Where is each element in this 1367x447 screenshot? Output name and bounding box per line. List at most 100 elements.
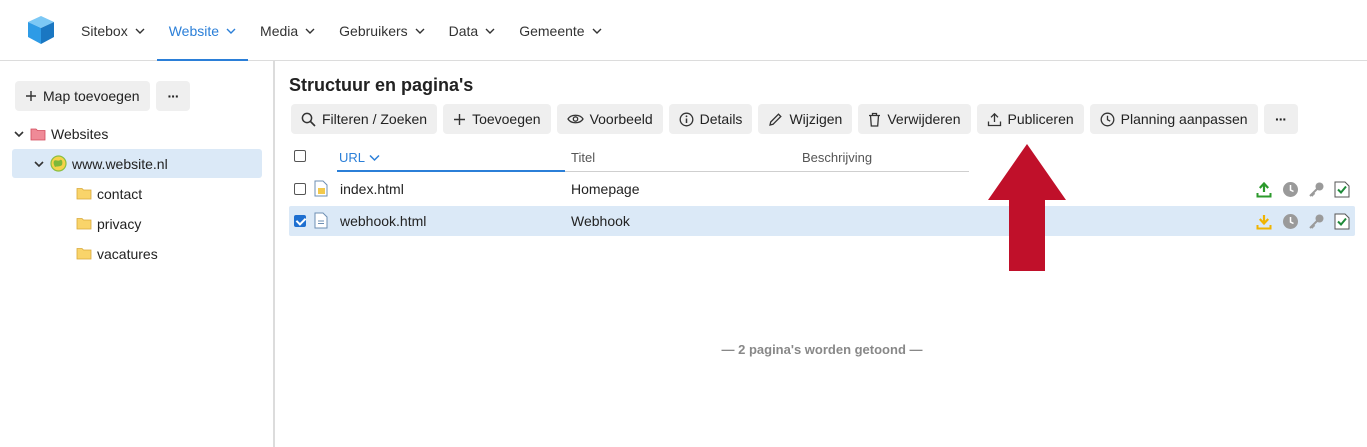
nav-media[interactable]: Media <box>248 0 327 61</box>
pages-table: URL Titel Beschrijving index.html Homepa… <box>289 145 1355 357</box>
plus-icon <box>26 91 36 101</box>
delete-button[interactable]: Verwijderen <box>858 104 971 134</box>
trash-icon <box>869 112 881 127</box>
tree-item-www-website-nl[interactable]: www.website.nl <box>12 149 262 178</box>
filter-search-button[interactable]: Filteren / Zoeken <box>291 104 438 134</box>
schedule-button[interactable]: Planning aanpassen <box>1089 104 1258 134</box>
table-row[interactable]: index.html Homepage <box>289 174 1355 204</box>
html-page-icon <box>314 180 328 197</box>
button-label: Publiceren <box>1007 111 1074 127</box>
sort-chevron-down-icon <box>369 154 380 161</box>
chevron-down-icon <box>485 28 495 34</box>
row-checkbox[interactable] <box>294 183 306 195</box>
key-icon[interactable] <box>1307 212 1325 230</box>
button-label: Verwijderen <box>887 111 961 127</box>
clock-icon[interactable] <box>1281 180 1299 198</box>
tree-item-privacy[interactable]: privacy <box>12 209 262 238</box>
tree-item-websites[interactable]: Websites <box>12 119 262 148</box>
edit-button[interactable]: Wijzigen <box>758 104 853 134</box>
globe-icon <box>50 155 67 172</box>
toolbar-more-button[interactable]: ··· <box>1263 104 1298 134</box>
folder-tree: Websites www.website.nl contact privacy … <box>12 119 262 269</box>
more-label: ··· <box>167 88 180 104</box>
result-count: — 2 pagina's worden getoond — <box>721 342 923 357</box>
add-folder-label: Map toevoegen <box>43 88 140 104</box>
nav-gebruikers[interactable]: Gebruikers <box>327 0 436 61</box>
sidebar-more-button[interactable]: ··· <box>156 81 190 111</box>
eye-icon <box>566 114 584 124</box>
table-header: URL Titel Beschrijving <box>289 145 1355 172</box>
nav-label: Data <box>448 22 479 39</box>
top-navigation: Sitebox Website Media Gebruikers Data Ge… <box>0 0 1367 62</box>
button-label: Toevoegen <box>472 111 541 127</box>
column-description[interactable]: Beschrijving <box>802 150 872 165</box>
button-label: Wijzigen <box>789 111 843 127</box>
button-label: Filteren / Zoeken <box>322 111 428 127</box>
folder-icon <box>76 248 92 260</box>
upload-green-icon[interactable] <box>1255 180 1273 198</box>
folder-icon <box>76 188 92 200</box>
cell-url: webhook.html <box>340 213 427 229</box>
nav-sitebox[interactable]: Sitebox <box>69 0 157 61</box>
toolbar: Filteren / Zoeken Toevoegen Voorbeeld De… <box>291 104 1298 134</box>
tree-item-label: contact <box>97 185 143 202</box>
publish-button[interactable]: Publiceren <box>976 104 1084 134</box>
cell-title: Homepage <box>571 181 640 197</box>
plus-icon <box>454 113 466 125</box>
details-button[interactable]: Details <box>668 104 753 134</box>
main-content: Structuur en pagina's Filteren / Zoeken … <box>277 61 1367 447</box>
cell-url: index.html <box>340 181 404 197</box>
main-nav: Sitebox Website Media Gebruikers Data Ge… <box>69 0 614 62</box>
download-yellow-icon[interactable] <box>1255 212 1273 230</box>
column-label: URL <box>339 150 366 165</box>
clock-icon <box>1100 112 1115 126</box>
nav-data[interactable]: Data <box>437 0 508 61</box>
page-check-icon[interactable] <box>1333 180 1351 198</box>
key-icon[interactable] <box>1307 180 1325 198</box>
add-folder-button[interactable]: Map toevoegen <box>15 81 150 111</box>
nav-label: Media <box>260 22 299 39</box>
page-title: Structuur en pagina's <box>289 75 474 95</box>
nav-label: Gemeente <box>519 22 585 39</box>
tree-item-label: vacatures <box>97 245 158 262</box>
row-actions <box>1255 212 1351 230</box>
tree-item-label: www.website.nl <box>72 155 168 172</box>
clock-icon[interactable] <box>1281 212 1299 230</box>
html-page-icon <box>314 212 328 229</box>
row-checkbox[interactable] <box>294 215 306 227</box>
chevron-down-icon <box>226 28 236 34</box>
nav-label: Website <box>168 22 220 39</box>
chevron-down-icon <box>305 28 315 34</box>
column-url[interactable]: URL <box>339 150 380 165</box>
chevron-down-icon <box>592 28 602 34</box>
sidebar: Map toevoegen ··· Websites www.website.n… <box>0 61 275 447</box>
tree-item-vacatures[interactable]: vacatures <box>12 239 262 268</box>
tree-item-contact[interactable]: contact <box>12 179 262 208</box>
select-all-checkbox[interactable] <box>294 150 306 162</box>
tree-item-label: privacy <box>97 215 142 232</box>
sort-underline <box>337 170 565 172</box>
button-label: Details <box>699 111 743 127</box>
header-divider <box>565 171 969 172</box>
column-title[interactable]: Titel <box>571 150 595 165</box>
chevron-down-icon <box>135 28 145 34</box>
nav-label: Sitebox <box>81 22 128 39</box>
page-check-icon[interactable] <box>1333 212 1351 230</box>
folder-red-icon <box>30 128 46 140</box>
preview-button[interactable]: Voorbeeld <box>556 104 663 134</box>
button-label: Voorbeeld <box>589 111 653 127</box>
table-row[interactable]: webhook.html Webhook <box>289 206 1355 236</box>
add-button[interactable]: Toevoegen <box>443 104 551 134</box>
chevron-down-icon[interactable] <box>12 127 26 141</box>
nav-gemeente[interactable]: Gemeente <box>507 0 613 61</box>
folder-icon <box>76 218 92 230</box>
upload-icon <box>987 112 1001 126</box>
button-label: Planning aanpassen <box>1120 111 1248 127</box>
nav-label: Gebruikers <box>339 22 408 39</box>
row-actions <box>1255 180 1351 198</box>
chevron-down-icon[interactable] <box>32 157 46 171</box>
chevron-down-icon <box>415 28 425 34</box>
cube-logo-icon[interactable] <box>27 15 55 45</box>
cell-title: Webhook <box>571 213 630 229</box>
nav-website[interactable]: Website <box>156 0 249 62</box>
